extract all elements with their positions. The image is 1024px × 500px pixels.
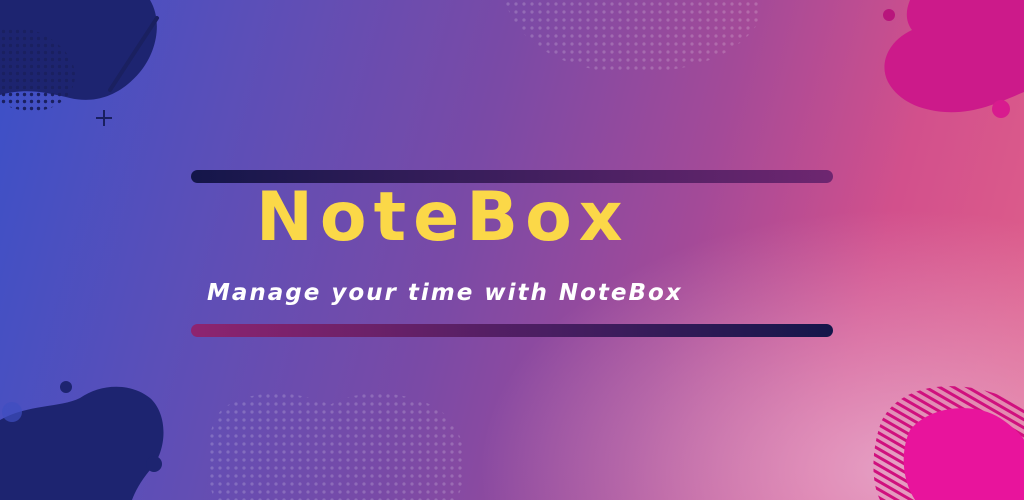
blob-bottom-left (0, 386, 164, 500)
app-title: NoteBox (256, 178, 630, 257)
plus-sparkle-icon (96, 110, 112, 126)
hero-banner: NoteBox Manage your time with NoteBox (0, 0, 1024, 500)
dot-bottom-left-light (2, 402, 22, 422)
dot-bottom-left (146, 456, 162, 472)
dot-pattern-bottom (207, 393, 466, 500)
blob-top-right (884, 0, 1024, 113)
app-tagline: Manage your time with NoteBox (207, 280, 683, 306)
dot-top-right-small (883, 9, 895, 21)
dot-bottom-left-small (60, 381, 72, 393)
dot-pattern-top (505, 0, 762, 73)
dot-top-right (992, 100, 1010, 118)
divider-bar-bottom (191, 324, 833, 337)
